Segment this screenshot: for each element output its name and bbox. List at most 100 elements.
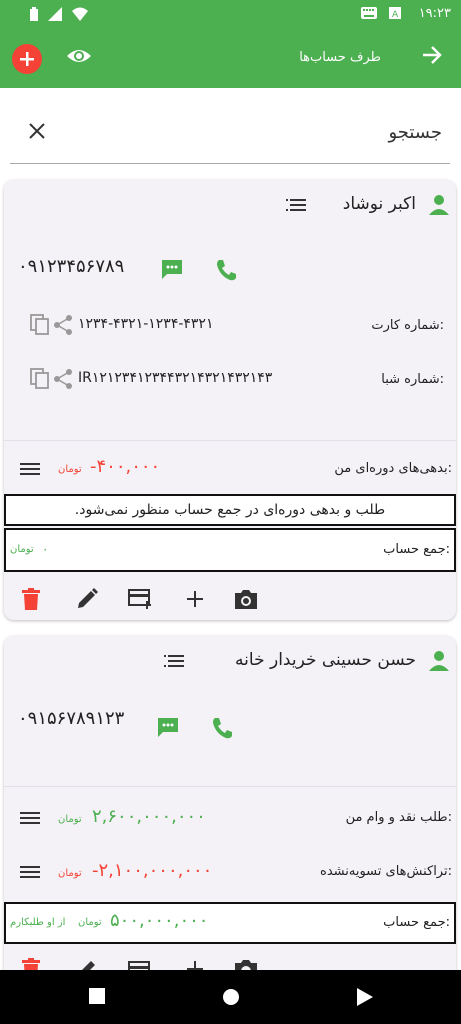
wifi-icon [72, 7, 88, 21]
loan-list-button[interactable] [20, 811, 42, 827]
status-bar: A ۱۹:۲۳ [0, 0, 461, 30]
search-bar[interactable]: جستجو [10, 110, 450, 164]
total-amount: ۵۰۰,۰۰۰,۰۰۰ [110, 910, 209, 931]
notification-a-icon: A [389, 7, 401, 19]
camera-icon [235, 590, 257, 609]
add-contact-button[interactable] [12, 44, 42, 74]
edit-icon [78, 588, 98, 608]
visibility-toggle-button[interactable] [66, 46, 92, 66]
close-icon [29, 123, 45, 139]
list-icon [20, 866, 40, 878]
edit-button[interactable] [76, 588, 98, 610]
plus-icon [20, 52, 34, 66]
periodic-debts-label: بدهی‌های دوره‌ای من: [334, 461, 452, 476]
home-button[interactable] [222, 988, 240, 1006]
person-icon [428, 194, 450, 216]
message-icon [158, 718, 178, 737]
total-label: جمع حساب: [383, 542, 450, 557]
share-icon [54, 369, 72, 389]
periodic-debts-amount: -۴۰۰,۰۰۰ [90, 456, 161, 477]
loan-label: طلب نقد و وام من: [345, 810, 452, 825]
contact-menu-button[interactable] [164, 653, 186, 669]
periodic-note-box: طلب و بدهی دوره‌ای در جمع حساب منظور نمی… [4, 494, 456, 526]
status-icons-left [30, 7, 88, 21]
unsettled-label: تراکنش‌های تسویه‌نشده: [320, 864, 452, 879]
sms-button[interactable] [156, 716, 180, 738]
share-sheba-button[interactable] [52, 368, 74, 390]
unsettled-unit: تومان [58, 868, 82, 879]
copy-icon [30, 314, 49, 335]
square-icon [89, 988, 105, 1004]
triangle-icon [357, 988, 373, 1006]
total-unit: تومان [10, 544, 34, 555]
loan-amount: ۲,۶۰۰,۰۰۰,۰۰۰ [92, 806, 206, 827]
list-icon [20, 463, 40, 475]
card-actions [20, 588, 440, 614]
status-icons-right: A [361, 7, 401, 19]
status-time: ۱۹:۲۳ [418, 6, 451, 21]
total-amount: ۰ [42, 542, 49, 556]
delete-icon [22, 588, 40, 610]
arrow-forward-icon [423, 46, 442, 64]
eye-icon [67, 50, 91, 62]
phone-icon [213, 718, 232, 739]
page-title: طرف حساب‌ها [299, 50, 381, 65]
share-card-button[interactable] [52, 314, 74, 336]
battery-icon [30, 7, 38, 21]
copy-sheba-button[interactable] [30, 368, 50, 390]
total-box: جمع حساب: ۰ تومان [4, 528, 456, 572]
app-bar: طرف حساب‌ها [0, 30, 461, 88]
message-icon [162, 260, 182, 279]
contact-phone: ۰۹۱۵۶۷۸۹۱۲۳ [18, 708, 125, 729]
add-card-button[interactable] [128, 588, 154, 610]
contact-card: حسن حسینی خریدار خانه ۰۹۱۵۶۷۸۹۱۲۳ طلب نق… [4, 636, 456, 996]
sheba-number-label: شماره شبا: [381, 372, 444, 387]
sheba-number-value: IR۱۲۱۲۳۴۱۲۳۴۴۳۲۱۴۳۲۱۴۳۲۱۴۳ [78, 370, 273, 386]
keyboard-icon [361, 7, 377, 19]
copy-card-button[interactable] [30, 314, 50, 336]
add-card-icon [128, 589, 151, 609]
person-icon [428, 650, 450, 672]
periodic-list-button[interactable] [20, 462, 42, 478]
total-note: از او طلبکارم [10, 917, 66, 928]
total-unit: تومان [78, 917, 102, 928]
recents-button[interactable] [89, 988, 105, 1004]
contact-name[interactable]: اکبر نوشاد [343, 194, 416, 214]
clear-search-button[interactable] [28, 122, 46, 140]
divider [4, 440, 456, 441]
sort-menu-icon [286, 199, 306, 211]
back-nav-button[interactable] [357, 988, 373, 1006]
search-input[interactable]: جستجو [388, 122, 442, 143]
sms-button[interactable] [160, 258, 184, 280]
signal-icon [48, 7, 62, 21]
contact-phone: ۰۹۱۲۳۴۵۶۷۸۹ [18, 256, 125, 277]
total-label: جمع حساب: [383, 915, 450, 930]
list-icon [20, 812, 40, 824]
unsettled-amount: -۲,۱۰۰,۰۰۰,۰۰۰ [92, 860, 213, 881]
contact-menu-button[interactable] [286, 197, 308, 213]
plus-icon [187, 591, 203, 607]
back-button[interactable] [421, 44, 443, 66]
svg-text:A: A [392, 10, 399, 19]
contact-card: اکبر نوشاد ۰۹۱۲۳۴۵۶۷۸۹ شماره کارت: ۱۲۳۴-… [4, 180, 456, 620]
periodic-debts-unit: تومان [58, 464, 82, 475]
circle-icon [223, 989, 239, 1005]
camera-button[interactable] [234, 588, 258, 610]
call-button[interactable] [210, 716, 234, 740]
contact-name[interactable]: حسن حسینی خریدار خانه [235, 650, 416, 670]
card-number-label: شماره کارت: [371, 318, 444, 333]
sort-menu-icon [164, 655, 184, 667]
add-transaction-button[interactable] [184, 588, 206, 610]
call-button[interactable] [214, 258, 238, 282]
system-navigation-bar [0, 970, 461, 1024]
divider [4, 786, 456, 787]
phone-icon [217, 260, 236, 281]
copy-icon [30, 368, 49, 389]
loan-unit: تومان [58, 814, 82, 825]
unsettled-list-button[interactable] [20, 865, 42, 881]
delete-button[interactable] [22, 588, 40, 610]
total-box: جمع حساب: ۵۰۰,۰۰۰,۰۰۰ تومان از او طلبکار… [4, 902, 456, 944]
card-number-value: ۱۲۳۴-۴۳۲۱-۱۲۳۴-۴۳۲۱ [78, 316, 214, 332]
share-icon [54, 315, 72, 335]
periodic-note: طلب و بدهی دوره‌ای در جمع حساب منظور نمی… [74, 502, 386, 518]
